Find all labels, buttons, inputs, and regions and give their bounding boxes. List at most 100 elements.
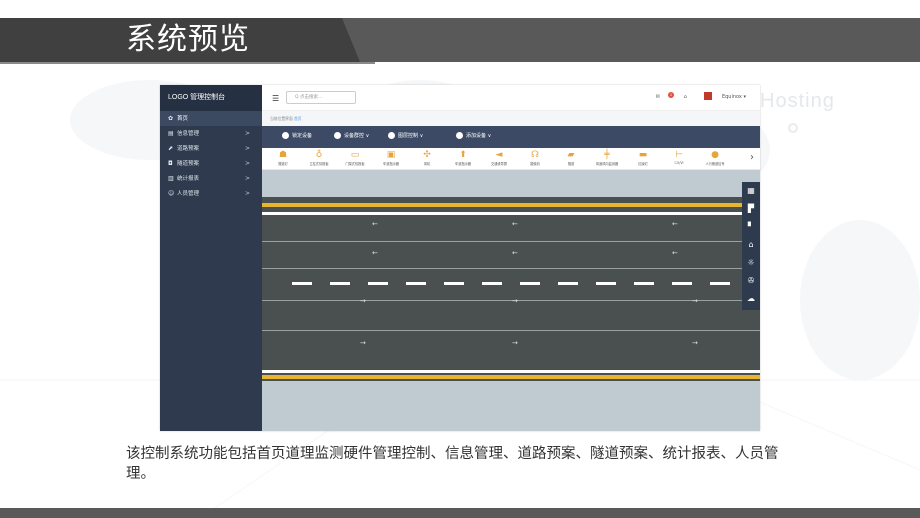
avatar	[704, 92, 713, 100]
device-item[interactable]: ☊ 摄像机	[520, 150, 550, 166]
road-edge	[262, 370, 760, 372]
chart-icon: ▥	[168, 175, 174, 182]
device-icon: ▣	[386, 150, 396, 160]
device-label: 车道指示器	[455, 162, 471, 166]
map-tool-icon[interactable]: ☼	[742, 254, 760, 272]
device-item[interactable]: ▰ 隧道	[556, 150, 586, 166]
device-item[interactable]: ☗ 隧道灯	[268, 150, 298, 166]
app-logo: LOGO 管理控制台	[160, 85, 262, 111]
device-label: 红绿灯	[638, 162, 648, 166]
chevron-right-icon: >	[244, 145, 250, 152]
mail-icon[interactable]: ✉ 1	[656, 92, 674, 100]
device-label: 隧道	[567, 162, 575, 166]
breadcrumb: 当前位置界面 首页	[262, 111, 760, 126]
lane-dash	[482, 282, 502, 285]
lane-dash	[292, 282, 312, 285]
sidebar-item-3[interactable]: ◘ 隧道预案 >	[160, 156, 262, 171]
map-tool-icon[interactable]: ▦	[742, 182, 760, 200]
shoulder	[262, 381, 760, 431]
road-yellow-line	[262, 377, 760, 378]
arrow-left-icon: ←	[372, 220, 378, 228]
device-item[interactable]: ◄ 交通诱导屏	[484, 150, 514, 166]
bottom-bar	[0, 508, 920, 518]
breadcrumb-prefix: 当前位置界面	[270, 116, 293, 121]
device-item[interactable]: ✣ 风机	[412, 150, 442, 166]
chevron-right-icon[interactable]: ›	[750, 152, 754, 163]
device-label: 隧道灯	[278, 162, 288, 166]
app-screenshot: LOGO 管理控制台 ✿ 首页 ▤ 信息管理 > ⬈ 道路预案 > ◘ 隧道预案 > ▥ 统计报表 > ☺ 人…	[160, 85, 760, 431]
device-icon: ☗	[278, 150, 288, 160]
device-icon: ▭	[350, 150, 360, 160]
arrow-left-icon: ←	[512, 249, 518, 257]
lane-dash	[406, 282, 426, 285]
lane-dash	[558, 282, 578, 285]
device-label: 交通诱导屏	[491, 162, 507, 166]
device-item[interactable]: ● 人行横道信号	[700, 150, 730, 166]
road-edge	[262, 213, 760, 215]
search-input[interactable]: Q 点击搜索...	[286, 91, 356, 104]
device-item[interactable]: ▭ 门架式情报板	[340, 150, 370, 166]
device-label: 立柱式情报板	[309, 162, 329, 166]
toolbar-tab-3[interactable]: 添加设备 ∨	[456, 132, 491, 139]
device-label: 摄像机	[530, 162, 540, 166]
device-icon: ✣	[423, 150, 431, 160]
map-tool-icon[interactable]: ✇	[742, 272, 760, 290]
user-menu[interactable]: Equinox ▾	[696, 92, 746, 100]
sidebar-item-label: 首页	[177, 116, 189, 122]
top-bar: ☰ Q 点击搜索... ✉ 1 ⌂ Equinox ▾	[262, 85, 760, 111]
device-item[interactable]: ⊢ CO/VI	[664, 150, 694, 165]
title-underline	[0, 62, 375, 64]
sidebar: LOGO 管理控制台 ✿ 首页 ▤ 信息管理 > ⬈ 道路预案 > ◘ 隧道预案 > ▥ 统计报表 > ☺ 人…	[160, 85, 262, 431]
list-icon: ▤	[168, 130, 174, 137]
sidebar-item-1[interactable]: ▤ 信息管理 >	[160, 126, 262, 141]
lane-line	[262, 241, 760, 242]
sidebar-item-label: 道路预案	[177, 146, 200, 152]
search-placeholder: Q 点击搜索...	[295, 95, 323, 100]
menu-icon[interactable]: ☰	[272, 94, 279, 103]
map-tool-icon[interactable]: ▘	[742, 218, 760, 236]
users-icon: ☺	[168, 190, 175, 197]
toolbar-icon	[456, 132, 463, 139]
slide-caption: 该控制系统功能包括首页道理监测硬件管理控制、信息管理、道路预案、隧道预案、统计报…	[126, 446, 779, 482]
sidebar-item-0[interactable]: ✿ 首页	[160, 111, 262, 126]
map-tool-icon[interactable]: ⌂	[742, 236, 760, 254]
lane-line	[262, 268, 760, 269]
toolbar-icon	[334, 132, 341, 139]
sidebar-item-label: 隧道预案	[177, 161, 200, 167]
toolbar-tab-2[interactable]: 图层控制 ∨	[388, 132, 423, 139]
device-item[interactable]: ▬ 红绿灯	[628, 150, 658, 166]
sidebar-item-2[interactable]: ⬈ 道路预案 >	[160, 141, 262, 156]
lane-dash	[596, 282, 616, 285]
lane-dash	[634, 282, 654, 285]
arrow-right-icon: →	[512, 297, 518, 305]
device-label: 风速风向监测器	[595, 162, 619, 166]
slide-title: 系统预览	[126, 22, 250, 57]
road-map: ← ← ← ← ← ← → → → → → → ▦ ▛ ▘ ⌂ ☼ ✇ ☁	[262, 170, 760, 431]
sidebar-item-4[interactable]: ▥ 统计报表 >	[160, 171, 262, 186]
arrow-right-icon: →	[360, 339, 366, 347]
mail-badge: 1	[667, 92, 674, 98]
map-tool-icon[interactable]: ▛	[742, 200, 760, 218]
toolbar-tab-1[interactable]: 设备群控 ∨	[334, 132, 369, 139]
tunnel-icon: ◘	[168, 160, 173, 167]
toolbar-icon	[282, 132, 289, 139]
device-item[interactable]: ╪ 风速风向监测器	[592, 150, 622, 166]
arrow-right-icon: →	[692, 339, 698, 347]
device-icon: ☊	[531, 150, 539, 160]
arrow-left-icon: ←	[512, 220, 518, 228]
toolbar-tab-0[interactable]: 锁定设备	[282, 132, 312, 139]
device-item[interactable]: ⬆ 车道指示器	[448, 150, 478, 166]
device-icon: ⬆	[459, 150, 467, 160]
device-label: 门架式情报板	[345, 162, 365, 166]
map-tool-icon[interactable]: ☁	[742, 290, 760, 308]
device-item[interactable]: ▣ 车道指示器	[376, 150, 406, 166]
road-icon: ⬈	[168, 145, 174, 152]
lock-icon[interactable]: ⌂	[684, 94, 687, 100]
sidebar-item-5[interactable]: ☺ 人员管理 >	[160, 186, 262, 201]
device-item[interactable]: ♁ 立柱式情报板	[304, 150, 334, 166]
home-icon: ✿	[168, 115, 174, 122]
device-icon: ●	[711, 150, 719, 160]
device-icon: ◄	[495, 150, 503, 160]
breadcrumb-current[interactable]: 首页	[294, 116, 302, 121]
user-name: Equinox	[721, 93, 742, 100]
